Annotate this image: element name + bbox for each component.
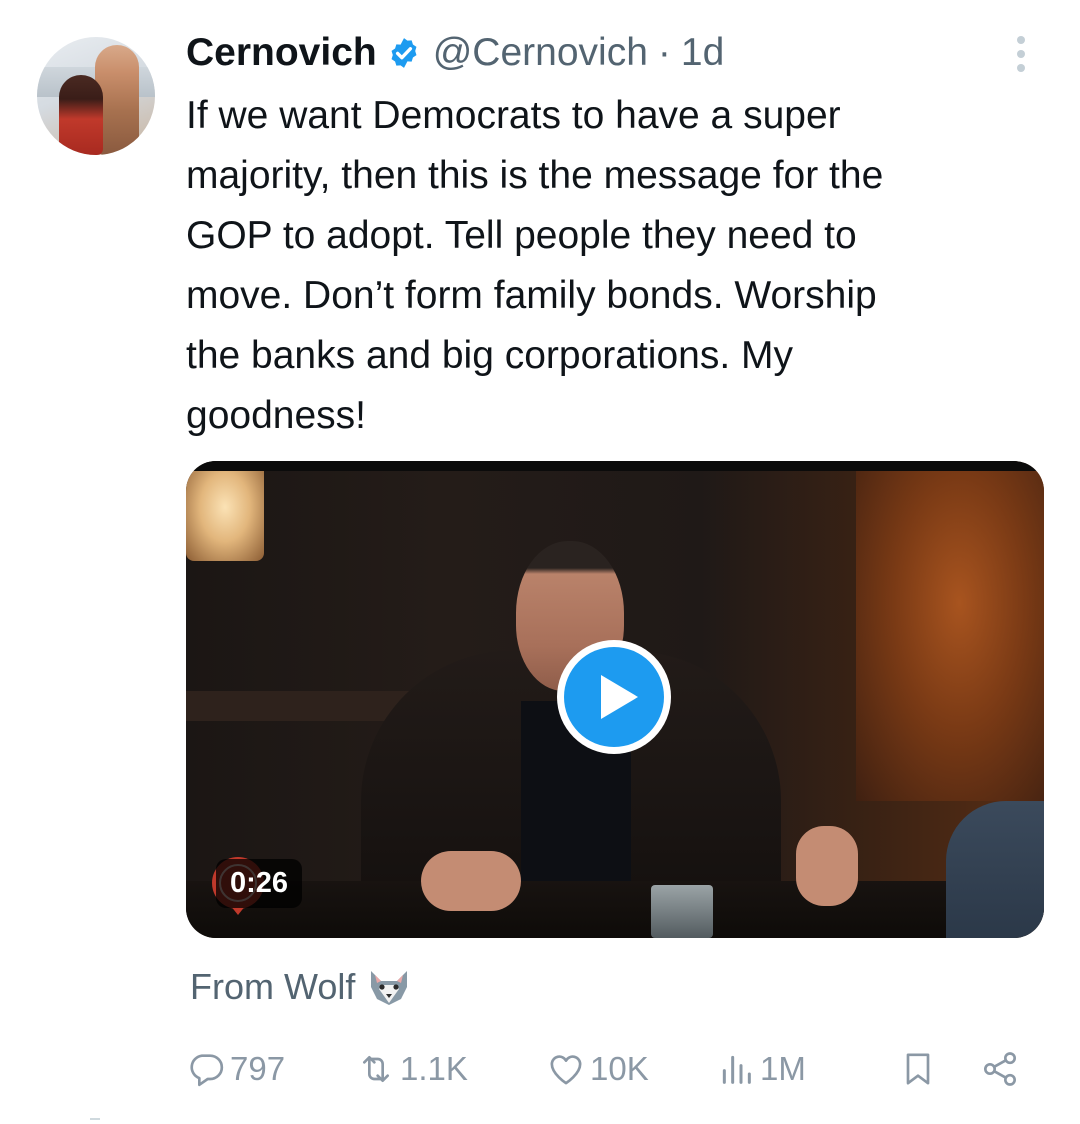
video-scene-glass bbox=[651, 885, 713, 938]
header-separator: · bbox=[657, 31, 671, 74]
more-options-icon[interactable] bbox=[1012, 34, 1030, 74]
video-scene-lamp bbox=[186, 471, 264, 561]
avatar-figure bbox=[59, 75, 103, 155]
play-icon[interactable] bbox=[554, 637, 674, 757]
bookmark-icon bbox=[906, 1053, 930, 1085]
divider bbox=[90, 1118, 100, 1120]
retweet-icon bbox=[363, 1056, 389, 1082]
verified-badge-icon bbox=[391, 38, 417, 68]
video-scene-wall bbox=[856, 471, 1044, 801]
tweet-header: Cernovich @Cernovich · 1d bbox=[186, 30, 724, 76]
video-scene-listener bbox=[946, 801, 1044, 938]
bookmark-button[interactable] bbox=[898, 1044, 938, 1094]
reply-button[interactable]: 797 bbox=[186, 1044, 285, 1094]
video-attribution: From Wolf bbox=[190, 966, 413, 1008]
like-count: 10K bbox=[590, 1050, 649, 1087]
views-button[interactable]: 1M bbox=[716, 1044, 806, 1094]
share-icon bbox=[984, 1052, 1016, 1086]
reply-icon bbox=[190, 1054, 224, 1087]
video-scene-table bbox=[186, 881, 1044, 938]
video-duration: 0:26 bbox=[216, 859, 303, 908]
reply-count: 797 bbox=[230, 1050, 286, 1087]
retweet-count: 1.1K bbox=[400, 1050, 468, 1087]
video-scene-hand bbox=[796, 826, 858, 906]
tweet-timestamp[interactable]: 1d bbox=[681, 31, 724, 75]
share-button[interactable] bbox=[980, 1044, 1020, 1094]
analytics-icon bbox=[722, 1055, 751, 1084]
heart-icon bbox=[550, 1055, 582, 1085]
video-attribution-text[interactable]: From Wolf bbox=[190, 966, 355, 1008]
video-duration-area: 0:26 bbox=[206, 857, 303, 915]
video-frame-edge bbox=[186, 461, 1044, 471]
tweet-actions: 797 1.1K 10K 1M bbox=[186, 1044, 1026, 1094]
wolf-icon bbox=[371, 971, 408, 1005]
retweet-button[interactable]: 1.1K bbox=[356, 1044, 468, 1094]
like-button[interactable]: 10K bbox=[546, 1044, 649, 1094]
author-name[interactable]: Cernovich bbox=[186, 31, 377, 75]
video-scene-hand bbox=[421, 851, 521, 911]
author-handle[interactable]: @Cernovich bbox=[433, 31, 648, 75]
view-count: 1M bbox=[760, 1050, 806, 1087]
tweet-text: If we want Democrats to have a super maj… bbox=[186, 94, 884, 437]
video-player[interactable]: 0:26 bbox=[186, 461, 1044, 938]
avatar[interactable] bbox=[37, 37, 155, 155]
